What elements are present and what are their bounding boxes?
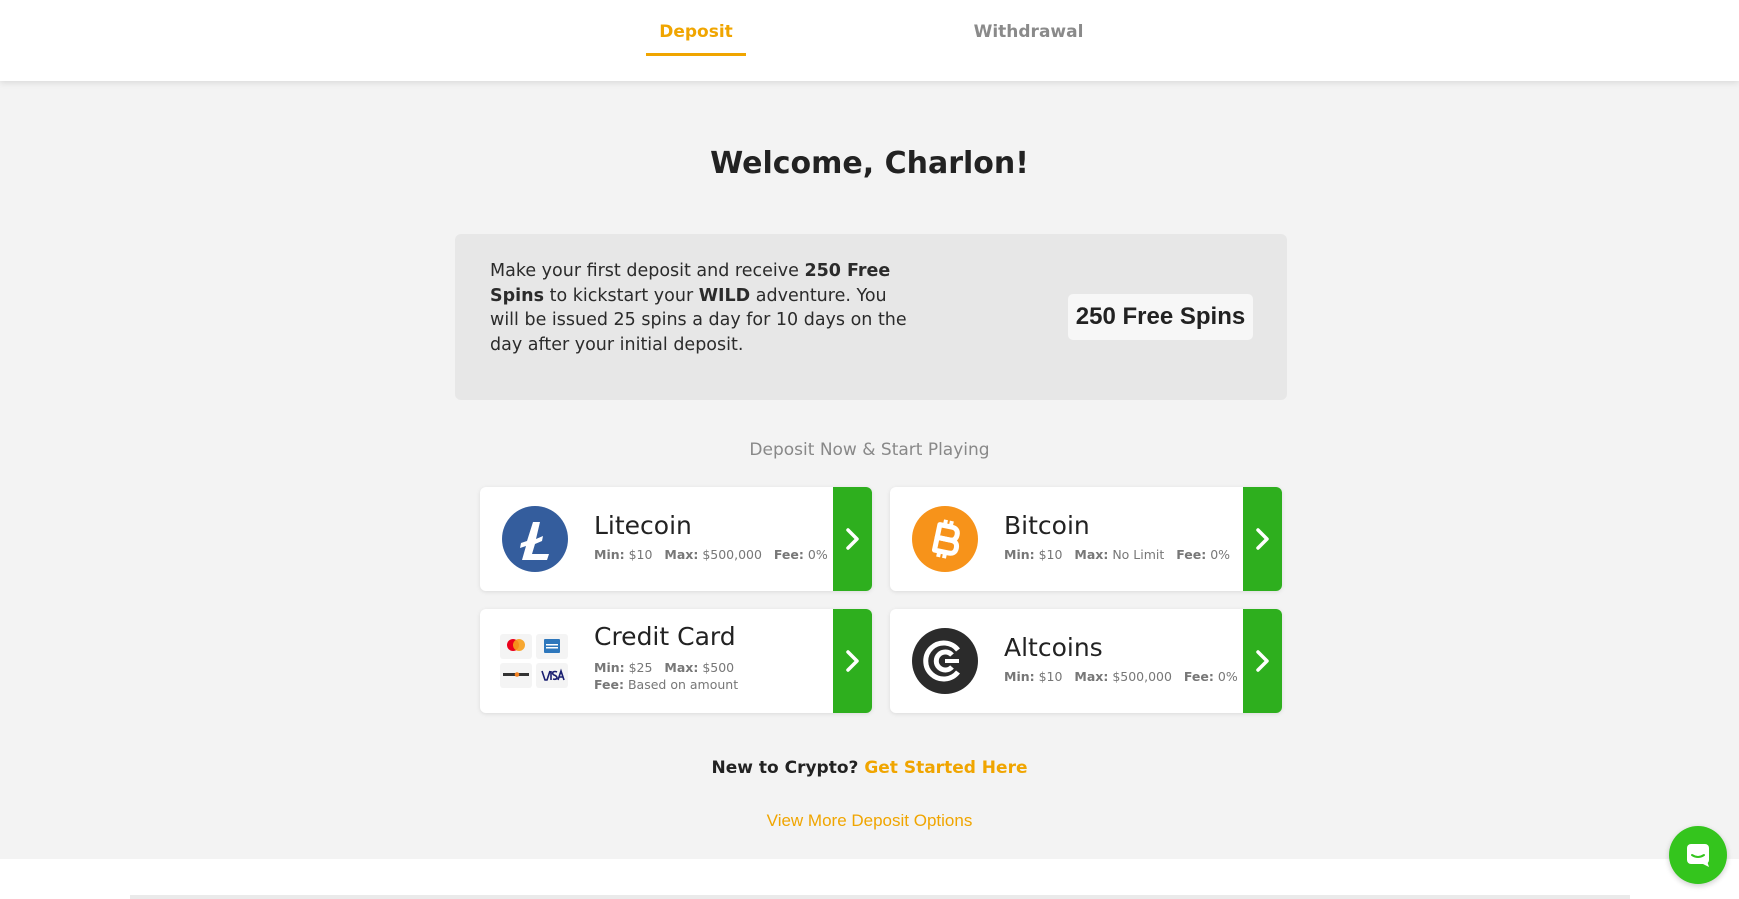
deposit-method-litecoin[interactable]: Litecoin Min: $10 Max: $500,000 Fee: 0% (480, 487, 872, 591)
chevron-right-icon[interactable] (1243, 487, 1282, 591)
discover-icon (500, 663, 532, 688)
deposit-subheading: Deposit Now & Start Playing (749, 440, 990, 460)
top-nav: Deposit Withdrawal (0, 0, 1739, 81)
new-to-crypto-label: New to Crypto? (711, 758, 859, 778)
chevron-right-icon[interactable] (833, 609, 872, 713)
chat-launcher-button[interactable] (1669, 826, 1727, 884)
altcoins-icon (912, 628, 978, 694)
chat-icon (1687, 844, 1709, 867)
mastercard-icon (500, 634, 532, 659)
method-limits: Min: $10 Max: $500,000 Fee: 0% (1004, 669, 1238, 684)
method-name: Bitcoin (1004, 511, 1090, 540)
view-more-deposit-options-link[interactable]: View More Deposit Options (0, 811, 1739, 831)
method-limits: Min: $10 Max: $500,000 Fee: 0% (594, 547, 828, 562)
promo-text: Make your first deposit and receive 250 … (490, 261, 907, 355)
chevron-right-icon[interactable] (833, 487, 872, 591)
deposit-method-bitcoin[interactable]: Bitcoin Min: $10 Max: No Limit Fee: 0% (890, 487, 1282, 591)
method-name: Altcoins (1004, 633, 1103, 662)
amex-icon (536, 634, 568, 659)
get-started-link[interactable]: Get Started Here (864, 758, 1027, 778)
footer-divider (130, 895, 1630, 899)
litecoin-icon (502, 506, 568, 572)
method-name: Credit Card (594, 622, 736, 651)
visa-icon (536, 663, 568, 688)
method-limits: Min: $10 Max: No Limit Fee: 0% (1004, 547, 1231, 562)
deposit-method-credit-card[interactable]: Credit Card Min: $25 Max: $500 Fee: Base… (480, 609, 872, 713)
chevron-right-icon[interactable] (1243, 609, 1282, 713)
tab-withdrawal[interactable]: Withdrawal (966, 22, 1091, 42)
tab-deposit[interactable]: Deposit (646, 22, 746, 56)
method-name: Litecoin (594, 511, 692, 540)
bitcoin-icon (912, 506, 978, 572)
promo-banner: Make your first deposit and receive 250 … (455, 234, 1287, 400)
free-spins-badge: 250 Free Spins (1068, 294, 1253, 340)
deposit-method-altcoins[interactable]: Altcoins Min: $10 Max: $500,000 Fee: 0% (890, 609, 1282, 713)
method-limits: Min: $25 Max: $500 Fee: Based on amount (594, 660, 739, 692)
welcome-heading: Welcome, Charlon! (710, 146, 1029, 181)
new-to-crypto-line: New to Crypto? Get Started Here (0, 758, 1739, 778)
footer-strip (0, 859, 1739, 899)
credit-card-logos-icon (500, 634, 568, 688)
